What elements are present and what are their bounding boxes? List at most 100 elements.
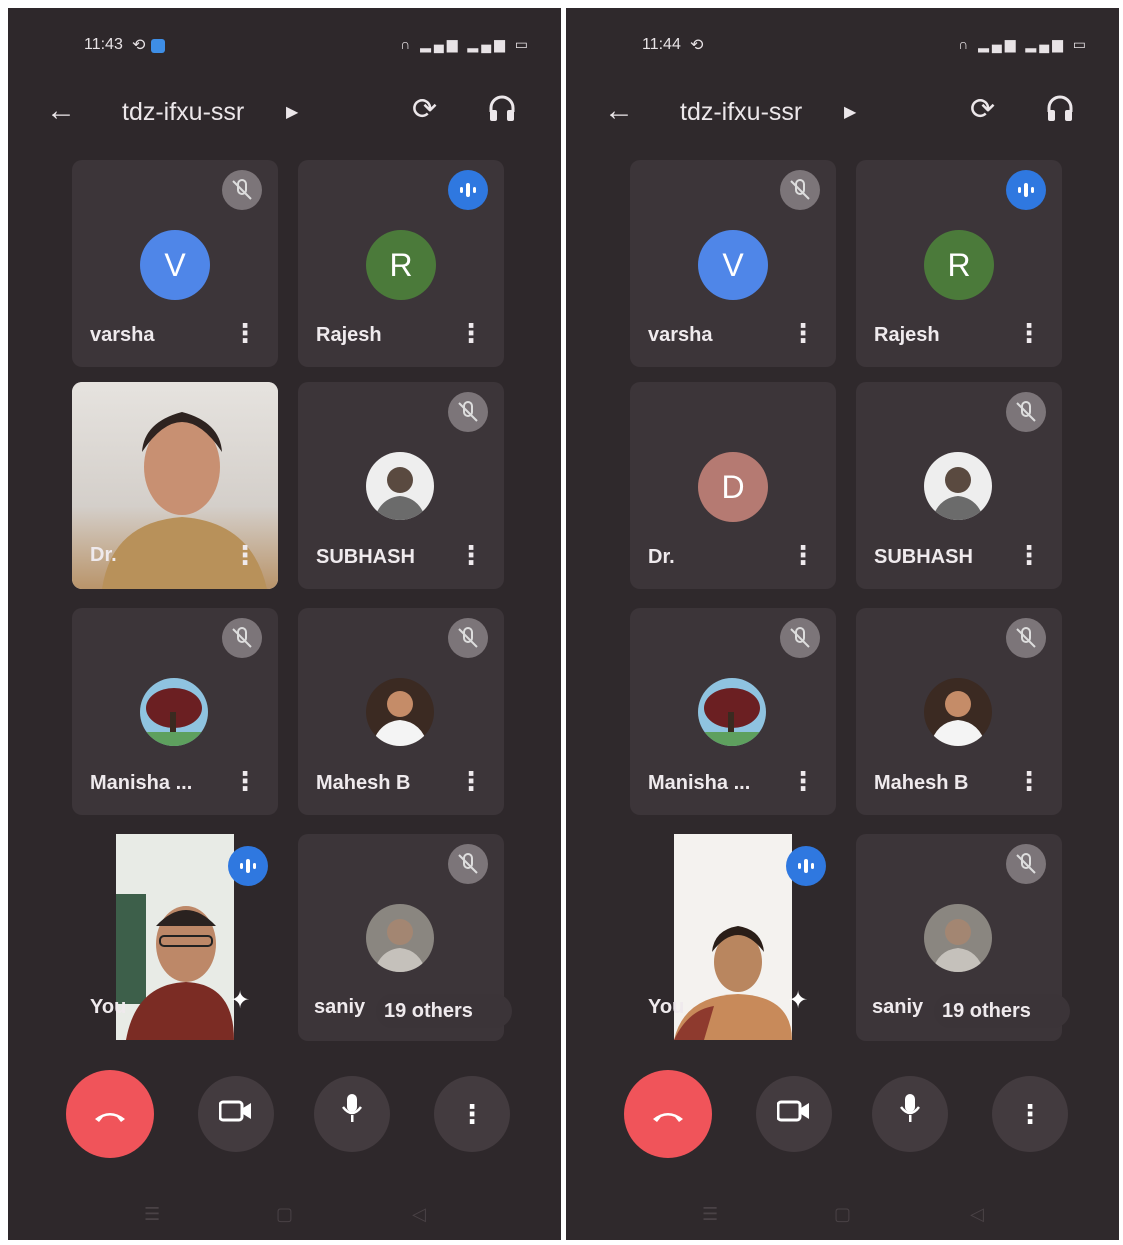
self-video-preview[interactable] (116, 834, 234, 1040)
phone-hangup-icon (66, 1070, 154, 1158)
system-indicators: ∩ ▂▄▆ ▂▄▆ ▭ (400, 36, 531, 53)
sparkle-icon[interactable]: ✦ (788, 986, 808, 1015)
battery-icon: ▭ (514, 36, 531, 52)
others-count-badge[interactable]: 19 others (376, 994, 512, 1028)
camera-button[interactable] (756, 1076, 832, 1152)
participant-menu-button[interactable]: ⋮ (232, 540, 258, 571)
mic-off-icon (780, 170, 820, 210)
participant-tile[interactable]: Mahesh B ⋮ (856, 608, 1062, 815)
mic-off-icon (222, 170, 262, 210)
meeting-toolbar: ← tdz-ifxu-ssr ▶ ⟳ (8, 88, 561, 144)
back-nav-icon[interactable]: ◁ (970, 1204, 984, 1225)
participant-menu-button[interactable]: ⋮ (458, 540, 484, 571)
participant-tile[interactable]: Dr. ⋮ (72, 382, 278, 589)
switch-camera-button[interactable]: ⟳ (970, 92, 995, 127)
status-time: 11:43 (84, 36, 123, 53)
participant-tile[interactable]: V varsha ⋮ (630, 160, 836, 367)
mic-off-icon (1006, 392, 1046, 432)
microphone-icon (314, 1076, 390, 1152)
participant-name: saniy (314, 996, 366, 1018)
participant-tile[interactable]: Mahesh B ⋮ (298, 608, 504, 815)
camera-button[interactable] (198, 1076, 274, 1152)
participant-tile[interactable]: V varsha ⋮ (72, 160, 278, 367)
end-call-button[interactable] (66, 1070, 154, 1158)
participant-tile[interactable]: D Dr. ⋮ (630, 382, 836, 589)
battery-icon: ▭ (1072, 36, 1089, 52)
more-options-button[interactable]: ⋮ (434, 1076, 510, 1152)
caret-right-icon[interactable]: ▶ (844, 102, 856, 122)
switch-camera-icon: ⟳ (970, 93, 996, 126)
participant-menu-button[interactable]: ⋮ (790, 766, 816, 797)
back-button[interactable]: ← (604, 94, 634, 128)
avatar (924, 452, 992, 520)
avatar: R (366, 230, 436, 300)
avatar (366, 678, 434, 746)
participant-name: SUBHASH (316, 546, 415, 568)
microphone-button[interactable] (872, 1076, 948, 1152)
more-options-button[interactable]: ⋮ (992, 1076, 1068, 1152)
headphones-icon (489, 95, 515, 121)
avatar (924, 678, 992, 746)
mic-off-icon (222, 618, 262, 658)
participant-menu-button[interactable]: ⋮ (458, 318, 484, 349)
home-icon[interactable]: ▢ (834, 1204, 851, 1225)
microphone-button[interactable] (314, 1076, 390, 1152)
participant-name: Manisha ... (90, 772, 193, 794)
others-count-badge[interactable]: 19 others (934, 994, 1070, 1028)
switch-camera-button[interactable]: ⟳ (412, 92, 437, 127)
system-nav-bar: ☰ ▢ ◁ (566, 1204, 1119, 1234)
participant-name: saniy (872, 996, 924, 1018)
headset-icon: ∩ (958, 36, 972, 52)
sparkle-icon[interactable]: ✦ (230, 986, 250, 1015)
self-label: You (90, 996, 127, 1018)
status-bar: 11:43 ⟲ ∩ ▂▄▆ ▂▄▆ ▭ (8, 36, 561, 66)
meeting-code[interactable]: tdz-ifxu-ssr (680, 98, 802, 127)
audio-output-button[interactable] (486, 92, 518, 131)
participant-menu-button[interactable]: ⋮ (1016, 540, 1042, 571)
meeting-code[interactable]: tdz-ifxu-ssr (122, 98, 244, 127)
avatar: V (698, 230, 768, 300)
system-indicators: ∩ ▂▄▆ ▂▄▆ ▭ (958, 36, 1089, 53)
caret-right-icon[interactable]: ▶ (286, 102, 298, 122)
arrow-left-icon: ← (604, 94, 634, 127)
headset-icon: ∩ (400, 36, 414, 52)
mic-off-icon (448, 618, 488, 658)
avatar (924, 904, 992, 972)
self-video-preview[interactable] (674, 834, 792, 1040)
participant-tile[interactable]: Manisha ... ⋮ (630, 608, 836, 815)
speaking-indicator-icon (786, 846, 826, 886)
avatar: R (924, 230, 994, 300)
participant-tile[interactable]: Manisha ... ⋮ (72, 608, 278, 815)
participant-menu-button[interactable]: ⋮ (1016, 766, 1042, 797)
speaking-indicator-icon (448, 170, 488, 210)
participant-menu-button[interactable]: ⋮ (1016, 318, 1042, 349)
participant-tile[interactable]: SUBHASH ⋮ (298, 382, 504, 589)
recents-icon[interactable]: ☰ (702, 1204, 718, 1225)
mic-off-icon (780, 618, 820, 658)
microphone-icon (872, 1076, 948, 1152)
back-button[interactable]: ← (46, 94, 76, 128)
status-notification-icons: ⟲ (132, 35, 166, 55)
speaking-indicator-icon (1006, 170, 1046, 210)
more-vert-icon: ⋮ (459, 1099, 485, 1129)
participant-menu-button[interactable]: ⋮ (232, 766, 258, 797)
participant-tile[interactable]: SUBHASH ⋮ (856, 382, 1062, 589)
participant-menu-button[interactable]: ⋮ (232, 318, 258, 349)
audio-output-button[interactable] (1044, 92, 1076, 131)
participant-menu-button[interactable]: ⋮ (458, 766, 484, 797)
participant-tile[interactable]: R Rajesh ⋮ (298, 160, 504, 367)
participant-menu-button[interactable]: ⋮ (790, 540, 816, 571)
meeting-toolbar: ← tdz-ifxu-ssr ▶ ⟳ (566, 88, 1119, 144)
end-call-button[interactable] (624, 1070, 712, 1158)
home-icon[interactable]: ▢ (276, 1204, 293, 1225)
recents-icon[interactable]: ☰ (144, 1204, 160, 1225)
participant-name: varsha (90, 324, 155, 346)
back-nav-icon[interactable]: ◁ (412, 1204, 426, 1225)
mic-off-icon (448, 844, 488, 884)
participant-menu-button[interactable]: ⋮ (790, 318, 816, 349)
participant-tile[interactable]: R Rajesh ⋮ (856, 160, 1062, 367)
participant-name: Dr. (648, 546, 675, 568)
mic-off-icon (1006, 618, 1046, 658)
self-label: You (648, 996, 685, 1018)
switch-camera-icon: ⟳ (412, 93, 438, 126)
